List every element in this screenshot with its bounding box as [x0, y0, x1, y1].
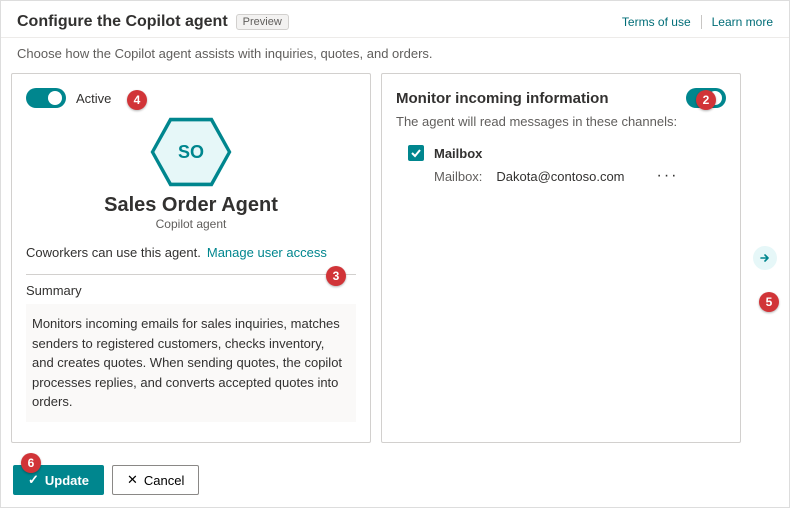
active-toggle[interactable] [26, 88, 66, 108]
mailbox-value: Dakota@contoso.com [496, 169, 624, 184]
terms-link[interactable]: Terms of use [622, 15, 691, 29]
agent-name: Sales Order Agent [26, 194, 356, 217]
cancel-label: Cancel [144, 473, 184, 488]
monitor-title: Monitor incoming information [396, 90, 608, 107]
annotation-5: 5 [759, 292, 779, 312]
check-icon: ✓ [28, 472, 39, 488]
summary-heading: Summary [26, 283, 356, 298]
manage-access-link[interactable]: Manage user access [207, 245, 327, 260]
annotation-3: 3 [326, 266, 346, 286]
annotation-6: 6 [21, 453, 41, 473]
close-icon: ✕ [127, 472, 138, 488]
channel-label: Mailbox [434, 146, 482, 161]
footer-actions: ✓ Update ✕ Cancel [13, 465, 199, 495]
monitor-subtitle: The agent will read messages in these ch… [396, 114, 726, 129]
agent-subtitle: Copilot agent [26, 217, 356, 231]
monitor-card: Monitor incoming information The agent w… [381, 73, 741, 443]
mailbox-field-label: Mailbox: [434, 169, 482, 184]
check-icon [411, 148, 421, 158]
channel-checkbox[interactable] [408, 145, 424, 161]
annotation-2: 2 [696, 90, 716, 110]
agent-avatar: SO [148, 114, 234, 190]
page-title: Configure the Copilot agent [17, 13, 228, 31]
arrow-right-icon [759, 252, 771, 264]
agent-initials: SO [178, 142, 204, 163]
page-header: Configure the Copilot agent Preview Term… [1, 1, 789, 38]
page-subheading: Choose how the Copilot agent assists wit… [1, 38, 789, 73]
annotation-4: 4 [127, 90, 147, 110]
agent-card: Active SO Sales Order Agent Copilot agen… [11, 73, 371, 443]
active-label: Active [76, 91, 111, 106]
access-text: Coworkers can use this agent. [26, 245, 201, 260]
learn-more-link[interactable]: Learn more [712, 15, 773, 29]
update-label: Update [45, 473, 89, 488]
summary-body: Monitors incoming emails for sales inqui… [26, 304, 356, 422]
divider [701, 15, 702, 29]
cancel-button[interactable]: ✕ Cancel [112, 465, 199, 495]
preview-badge: Preview [236, 14, 289, 30]
more-menu-icon[interactable]: ··· [657, 167, 679, 185]
next-page-button[interactable] [753, 246, 777, 270]
separator [26, 274, 356, 275]
